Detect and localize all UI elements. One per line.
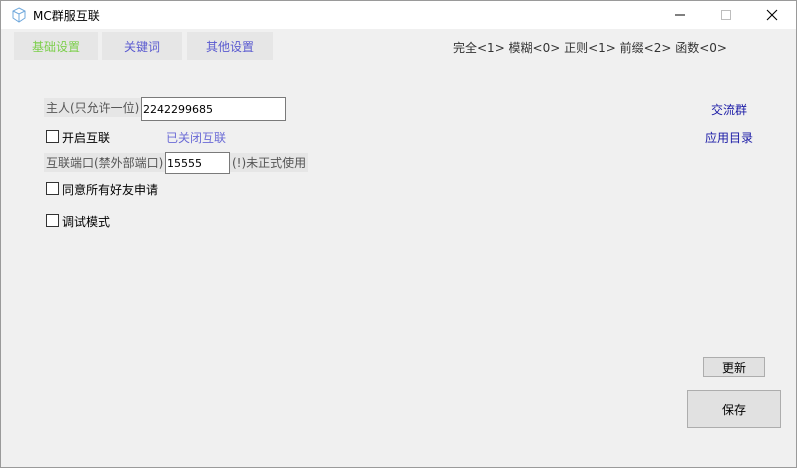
- owner-qq-input[interactable]: [141, 97, 286, 121]
- port-note: (!)未正式使用: [230, 153, 309, 172]
- tab-basic-settings[interactable]: 基础设置: [14, 32, 98, 60]
- group-link[interactable]: 交流群: [711, 101, 747, 118]
- app-directory-link[interactable]: 应用目录: [705, 129, 753, 146]
- match-type-legend: 完全<1> 模糊<0> 正则<1> 前缀<2> 函数<0>: [453, 41, 727, 55]
- debug-mode-checkbox[interactable]: [46, 214, 59, 227]
- interconnect-status: 已关闭互联: [166, 131, 227, 145]
- tab-keywords[interactable]: 关键词: [102, 32, 182, 60]
- save-button[interactable]: 保存: [687, 390, 781, 428]
- update-button[interactable]: 更新: [703, 357, 765, 377]
- tab-label: 关键词: [123, 39, 160, 54]
- owner-label: 主人(只允许一位): [44, 98, 142, 117]
- port-label: 互联端口(禁外部端口): [44, 153, 166, 172]
- tab-label: 基础设置: [31, 39, 80, 54]
- maximize-button[interactable]: [703, 1, 749, 29]
- tab-other-settings[interactable]: 其他设置: [187, 32, 273, 60]
- port-input[interactable]: [165, 152, 230, 174]
- tab-strip: 基础设置 关键词 其他设置 完全<1> 模糊<0> 正则<1> 前缀<2> 函数…: [1, 29, 796, 62]
- debug-mode-label: 调试模式: [62, 215, 111, 229]
- tab-label: 其他设置: [205, 39, 254, 54]
- maximize-icon: [721, 10, 731, 20]
- window-title: MC群服互联: [33, 9, 100, 23]
- cube-icon: [11, 7, 27, 23]
- interconnect-label: 开启互联: [62, 131, 111, 145]
- accept-friends-checkbox[interactable]: [46, 182, 59, 195]
- close-icon: [766, 9, 778, 21]
- update-button-label: 更新: [721, 360, 746, 375]
- app-window: MC群服互联 基础设置 关键词 其他设置 完全<1> 模糊<0> 正则<1> 前…: [0, 0, 797, 468]
- save-button-label: 保存: [721, 402, 746, 417]
- minimize-icon: [675, 14, 685, 16]
- minimize-button[interactable]: [657, 1, 703, 29]
- close-button[interactable]: [749, 1, 795, 29]
- interconnect-checkbox[interactable]: [46, 130, 59, 143]
- title-bar: MC群服互联: [1, 1, 796, 29]
- accept-friends-label: 同意所有好友申请: [62, 183, 159, 197]
